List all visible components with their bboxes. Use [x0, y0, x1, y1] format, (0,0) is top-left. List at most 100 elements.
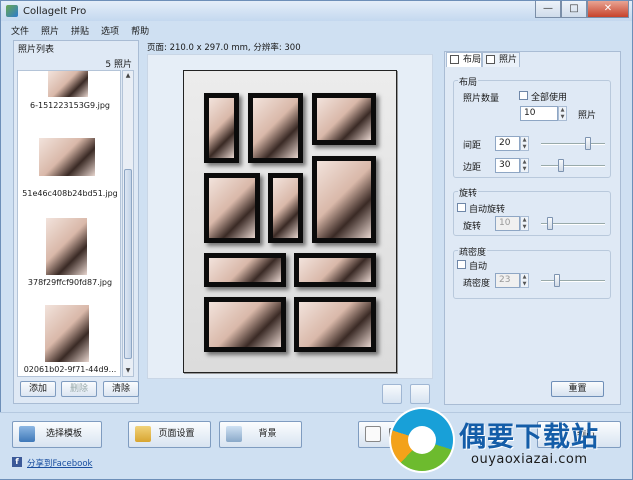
photo [209, 302, 281, 347]
rotate-slider[interactable] [541, 217, 605, 230]
photo-frame[interactable] [204, 93, 239, 163]
add-photo-button[interactable]: 添加 [20, 381, 56, 397]
photo-thumbnail[interactable] [48, 71, 88, 97]
reset-button[interactable]: 重置 [551, 381, 604, 397]
watermark-logo [391, 409, 453, 471]
rotate-stepper[interactable]: ▲ ▼ [520, 216, 529, 231]
photo-tab-icon [486, 55, 495, 64]
watermark-url: ouyaoxiazai.com [471, 452, 588, 467]
photo-frame[interactable] [204, 297, 286, 352]
density-label: 疏密度 [463, 279, 491, 289]
auto-density-checkbox[interactable] [457, 260, 466, 269]
layout-group-title: 布局 [458, 75, 479, 88]
photo-caption: 02061b02-9f71-44d9... [23, 365, 117, 374]
photo [209, 98, 234, 158]
photo [299, 258, 371, 282]
photo-frame[interactable] [248, 93, 303, 163]
photo-caption: 378f29ffcf90fd87.jpg [27, 278, 113, 287]
photo [209, 258, 281, 282]
watermark-brand: 偶要下载站 [459, 422, 599, 453]
spacing-label: 间距 [463, 141, 482, 151]
delete-photo-button[interactable]: 删除 [61, 381, 97, 397]
auto-density-label: 自动 [469, 262, 488, 272]
scroll-up-icon[interactable]: ▲ [123, 71, 133, 81]
photo [299, 302, 371, 347]
rotate-label: 旋转 [463, 222, 482, 232]
margin-input[interactable]: 30 [495, 158, 520, 173]
menu-help[interactable]: 帮助 [125, 24, 155, 37]
auto-rotate-checkbox[interactable] [457, 203, 466, 212]
density-slider-knob[interactable] [554, 274, 561, 287]
photo-thumbnail[interactable] [39, 138, 95, 176]
density-input[interactable]: 23 [495, 273, 520, 288]
crop-icon[interactable] [382, 384, 402, 404]
photo-list-scrollbar[interactable]: ▲ ▼ [122, 70, 134, 377]
choose-template-button[interactable]: 选择模板 [12, 421, 102, 448]
spacing-slider[interactable] [541, 137, 605, 150]
window-title: CollageIt Pro [23, 5, 87, 17]
rotation-group-title: 旋转 [458, 186, 479, 199]
margin-label: 边距 [463, 163, 482, 173]
app-icon [6, 5, 18, 17]
photo-count-input[interactable]: 10 [520, 106, 558, 121]
page-setup-button[interactable]: 页面设置 [128, 421, 211, 448]
tab-photo[interactable]: 照片 [482, 52, 520, 67]
background-button[interactable]: 背景 [219, 421, 302, 448]
margin-slider-knob[interactable] [558, 159, 565, 172]
photo-thumbnail[interactable] [45, 305, 89, 362]
page-info: 页面: 210.0 x 297.0 mm, 分辨率: 300 [147, 43, 301, 53]
clear-photos-button[interactable]: 清除 [103, 381, 139, 397]
margin-stepper[interactable]: ▲ ▼ [520, 158, 529, 173]
photo-frame[interactable] [204, 253, 286, 287]
maximize-icon[interactable]: □ [561, 1, 587, 18]
photo-frame[interactable] [204, 173, 260, 243]
use-all-checkbox[interactable] [519, 91, 528, 100]
title-bar: CollageIt Pro — □ ✕ [1, 1, 632, 21]
rotate-input[interactable]: 10 [495, 216, 520, 231]
fit-icon[interactable] [410, 384, 430, 404]
photo [317, 161, 371, 238]
photo-list[interactable]: 6-151223153G9.jpg 51e46c408b24bd51.jpg 3… [17, 70, 121, 377]
photo-frame[interactable] [312, 156, 376, 243]
rotate-slider-knob[interactable] [546, 217, 553, 230]
photo [253, 98, 298, 158]
photo-caption: 51e46c408b24bd51.jpg [22, 189, 118, 198]
share-facebook-link[interactable]: 分享到Facebook [27, 457, 92, 469]
photo-frame[interactable] [294, 297, 376, 352]
menu-collage[interactable]: 拼贴 [65, 24, 95, 37]
close-icon[interactable]: ✕ [587, 1, 629, 18]
photo-list-title: 照片列表 [18, 45, 55, 55]
tab-layout[interactable]: 布局 [446, 52, 482, 67]
photo [209, 178, 255, 238]
facebook-icon[interactable]: f [12, 457, 22, 467]
collage-page[interactable] [183, 70, 397, 373]
menu-bar: 文件 照片 拼贴 选项 帮助 [1, 22, 632, 38]
scroll-down-icon[interactable]: ▼ [123, 366, 133, 376]
photo-frame[interactable] [294, 253, 376, 287]
photo [317, 98, 371, 140]
spacing-stepper[interactable]: ▲ ▼ [520, 136, 529, 151]
sparsity-group-title: 疏密度 [458, 245, 488, 258]
spacing-slider-knob[interactable] [584, 137, 591, 150]
density-slider[interactable] [541, 274, 605, 287]
photo-frame[interactable] [312, 93, 376, 145]
auto-rotate-label: 自动旋转 [469, 205, 506, 215]
photo-caption: 6-151223153G9.jpg [30, 101, 110, 110]
margin-slider[interactable] [541, 159, 605, 172]
use-all-label: 全部使用 [531, 93, 568, 103]
photo-count-stepper[interactable]: ▲ ▼ [558, 106, 567, 121]
layout-tab-icon [450, 55, 459, 64]
menu-file[interactable]: 文件 [5, 24, 35, 37]
photo-count: 5 照片 [105, 60, 132, 70]
spacing-input[interactable]: 20 [495, 136, 520, 151]
minimize-icon[interactable]: — [535, 1, 561, 18]
photo-unit-label: 照片 [578, 111, 597, 121]
photo-thumbnail[interactable] [46, 218, 87, 275]
scrollbar-thumb[interactable] [124, 169, 132, 359]
menu-photo[interactable]: 照片 [35, 24, 65, 37]
photo-frame[interactable] [268, 173, 303, 243]
menu-options[interactable]: 选项 [95, 24, 125, 37]
photo [273, 178, 298, 238]
photo-count-label: 照片数量 [463, 94, 500, 104]
density-stepper[interactable]: ▲ ▼ [520, 273, 529, 288]
